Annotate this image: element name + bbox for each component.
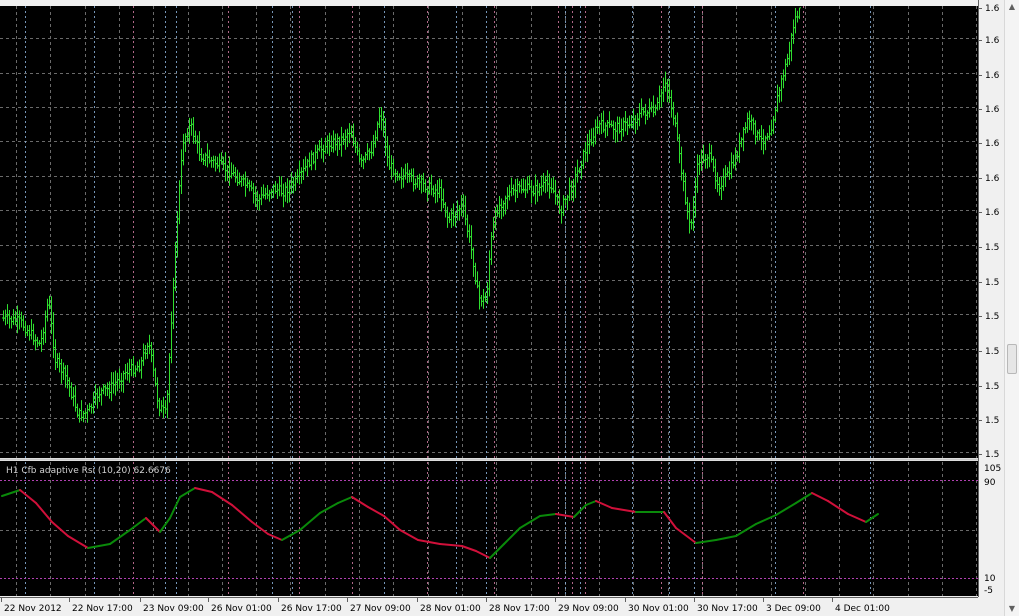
- price-axis-label: 1.5: [985, 278, 999, 288]
- price-axis: [978, 0, 1004, 598]
- price-axis-label: 1.5: [985, 312, 999, 322]
- price-axis-label: 1.5: [985, 347, 999, 357]
- price-axis-label: 1.5: [985, 416, 999, 426]
- time-axis-label: 23 Nov 09:00: [143, 604, 204, 614]
- indicator-axis-label: 10: [984, 574, 996, 584]
- time-axis-label: 30 Nov 17:00: [697, 604, 758, 614]
- price-axis-label: 1.6: [985, 105, 1000, 115]
- chart-window[interactable]: H1 Cfb adaptive Rsi (10,20) 62.6676 1.6 1…: [0, 0, 1019, 616]
- chart-canvas[interactable]: H1 Cfb adaptive Rsi (10,20) 62.6676 1.6 1…: [0, 0, 1004, 616]
- scrollbar-thumb[interactable]: [1007, 344, 1017, 374]
- price-axis-label: 1.6: [985, 139, 1000, 149]
- vertical-scrollbar[interactable]: ▲ ▼: [1004, 0, 1019, 616]
- price-axis-label: 1.6: [985, 4, 1000, 14]
- price-axis-label: 1.5: [985, 243, 999, 253]
- price-axis-label: 1.6: [985, 36, 1000, 46]
- time-axis-label: 4 Dec 01:00: [835, 604, 890, 614]
- time-axis-label: 26 Nov 01:00: [211, 604, 272, 614]
- scroll-down-arrow-icon[interactable]: ▼: [1006, 602, 1018, 616]
- price-axis-label: 1.6: [985, 208, 1000, 218]
- time-axis-label: 30 Nov 01:00: [628, 604, 689, 614]
- time-axis-label: 22 Nov 17:00: [72, 604, 133, 614]
- indicator-label: H1 Cfb adaptive Rsi (10,20) 62.6676: [6, 466, 171, 476]
- time-axis-label: 22 Nov 2012: [4, 604, 62, 614]
- time-axis-label: 28 Nov 17:00: [489, 604, 550, 614]
- indicator-axis-label: 105: [984, 464, 1001, 474]
- scroll-up-arrow-icon[interactable]: ▲: [1006, 0, 1018, 14]
- time-axis-label: 26 Nov 17:00: [281, 604, 342, 614]
- time-axis-label: 3 Dec 09:00: [766, 604, 821, 614]
- price-axis-label: 1.5: [985, 450, 999, 460]
- indicator-axis-label: 90: [984, 478, 996, 488]
- indicator-axis-label: -5: [984, 586, 993, 596]
- price-axis-label: 1.5: [985, 382, 999, 392]
- time-axis-label: 27 Nov 09:00: [350, 604, 411, 614]
- time-axis-label: 29 Nov 09:00: [558, 604, 619, 614]
- time-axis-label: 28 Nov 01:00: [420, 604, 481, 614]
- indicator-pane[interactable]: [0, 461, 978, 596]
- price-axis-label: 1.6: [985, 174, 1000, 184]
- price-axis-label: 1.6: [985, 71, 1000, 81]
